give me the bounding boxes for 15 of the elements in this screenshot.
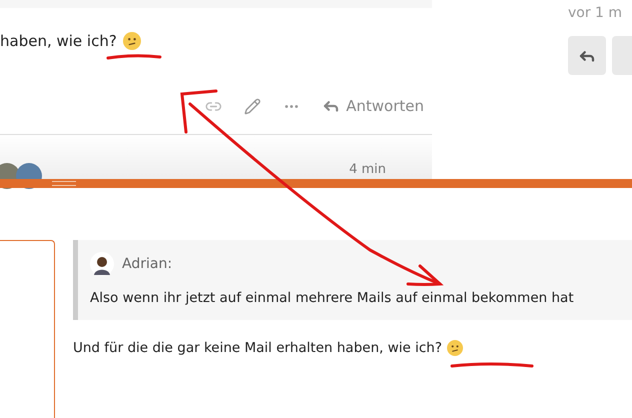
reply-button[interactable] [568,36,606,75]
timeline-date: vor 1 m [568,5,622,21]
underline-mark [106,54,162,60]
reply-link[interactable]: Antworten [322,97,424,115]
reply-text: Und für die die gar keine Mail erhalten haben, wie ich? [73,340,442,356]
avatar [90,252,114,276]
quote-text: Also wenn ihr jetzt auf einmal mehrere Mails auf einmal bekommen hat [90,290,575,306]
confused-emoji-icon [122,32,141,50]
grip-icon[interactable] [52,181,76,186]
confused-emoji-icon [447,340,463,356]
post-text: haben, wie ich? [0,32,117,50]
pencil-icon[interactable] [244,98,262,114]
quote-author: Adrian: [122,256,172,272]
editor-field[interactable] [0,240,55,418]
post-time: 4 min [349,162,386,177]
